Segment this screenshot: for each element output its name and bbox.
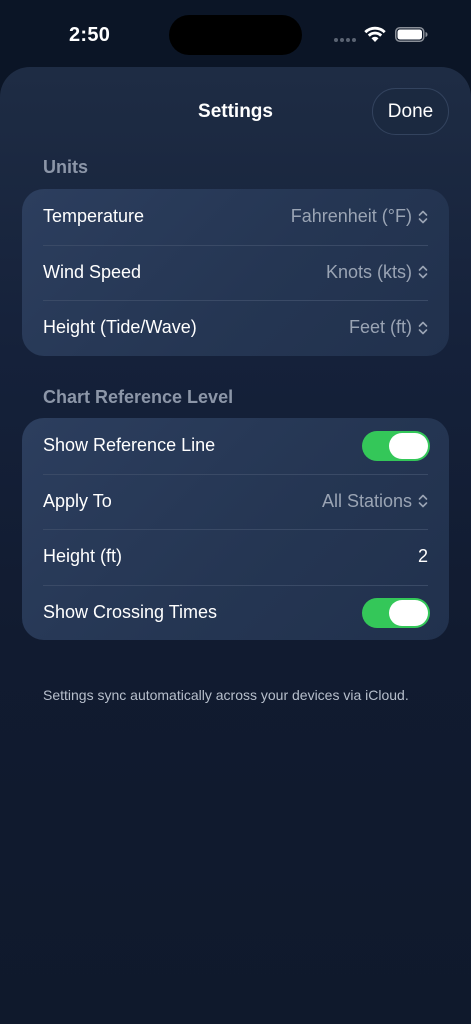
reference-height-row[interactable]: Height (ft) 2 <box>22 529 449 585</box>
units-section-header: Units <box>43 157 88 177</box>
chart-reference-group: Show Reference Line Apply To All Station… <box>22 418 449 640</box>
chevron-updown-icon <box>418 210 428 224</box>
wind-speed-label: Wind Speed <box>43 261 142 282</box>
wind-speed-picker[interactable]: Knots (kts) <box>326 262 428 283</box>
status-bar: 2:50 <box>0 0 471 68</box>
chevron-updown-icon <box>418 494 428 508</box>
battery-icon <box>395 27 428 42</box>
height-unit-row[interactable]: Height (Tide/Wave) Feet (ft) <box>22 300 449 356</box>
screen: 2:50 Settings Done Units Temperature Fah… <box>0 0 471 1024</box>
apply-to-value: All Stations <box>321 490 412 511</box>
status-time: 2:50 <box>69 24 111 46</box>
reference-height-value[interactable]: 2 <box>418 546 428 567</box>
settings-sheet: Settings Done Units Temperature Fahrenhe… <box>0 67 471 1024</box>
toggle-knob <box>389 433 428 459</box>
show-crossing-times-toggle[interactable] <box>362 597 430 628</box>
temperature-value: Fahrenheit (°F) <box>290 206 412 227</box>
wind-speed-value: Knots (kts) <box>325 261 412 282</box>
show-reference-line-row: Show Reference Line <box>22 418 449 474</box>
chart-reference-section-header: Chart Reference Level <box>43 387 234 407</box>
wind-speed-row[interactable]: Wind Speed Knots (kts) <box>22 244 449 301</box>
show-reference-line-toggle[interactable] <box>362 431 430 461</box>
height-unit-label: Height (Tide/Wave) <box>43 317 197 338</box>
temperature-row[interactable]: Temperature Fahrenheit (°F) <box>22 189 449 245</box>
units-group: Temperature Fahrenheit (°F) Wind Speed K… <box>22 189 449 356</box>
cellular-signal-icon <box>334 38 358 42</box>
chevron-updown-icon <box>418 265 428 279</box>
done-button[interactable]: Done <box>372 88 449 135</box>
height-unit-picker[interactable]: Feet (ft) <box>349 317 428 338</box>
height-unit-value: Feet (ft) <box>348 317 412 338</box>
show-crossing-times-row: Show Crossing Times <box>22 584 449 641</box>
temperature-label: Temperature <box>43 206 145 227</box>
apply-to-label: Apply To <box>43 490 112 511</box>
temperature-picker[interactable]: Fahrenheit (°F) <box>291 206 428 227</box>
toggle-knob <box>389 599 428 626</box>
wifi-icon <box>364 26 386 42</box>
dynamic-island <box>169 15 302 55</box>
chevron-updown-icon <box>418 321 428 335</box>
sync-footer-note: Settings sync automatically across your … <box>43 687 409 703</box>
reference-height-label: Height (ft) <box>43 546 123 567</box>
apply-to-picker[interactable]: All Stations <box>322 491 428 512</box>
apply-to-row[interactable]: Apply To All Stations <box>22 473 449 530</box>
